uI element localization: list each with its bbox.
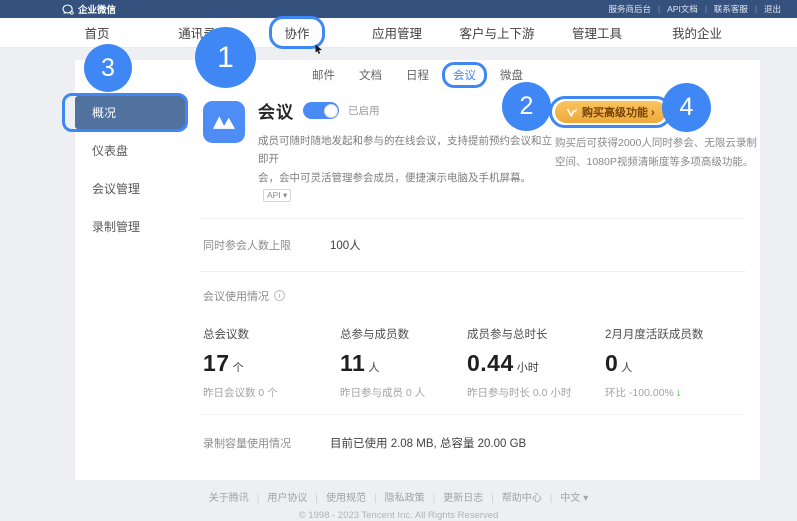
sidebar-item-meeting-management[interactable]: 会议管理 [75, 172, 187, 205]
usage-section-title: 会议使用情况 [203, 288, 269, 304]
api-dropdown-badge[interactable]: API ▾ [263, 189, 291, 202]
nav-item-home[interactable]: 首页 [47, 23, 147, 42]
wework-logo-text: 企业微信 [78, 2, 116, 16]
cursor-mark [315, 41, 323, 59]
subtab-meeting[interactable]: 会议 [453, 67, 476, 83]
subtab-drive[interactable]: 微盘 [500, 67, 523, 83]
trend-down-arrow-icon: ↓ [676, 387, 681, 399]
nav-item-admin-tools[interactable]: 管理工具 [547, 23, 647, 42]
footer-language-selector[interactable]: 中文 ▾ [542, 489, 588, 504]
topbar-link-logout[interactable]: 退出 [748, 3, 781, 15]
subtab-calendar[interactable]: 日程 [406, 67, 429, 83]
page-footer: 关于腾讯 用户协议 使用规范 隐私政策 更新日志 帮助中心 中文 ▾ © 199… [0, 488, 797, 521]
sidebar-item-overview[interactable]: 概况 [75, 96, 187, 129]
nav-item-app-management[interactable]: 应用管理 [347, 23, 447, 42]
stat-total-duration: 成员参与总时长 0.44小时 昨日参与时长 0.0 小时 [467, 326, 605, 400]
usage-stats-row: 总会议数 17个 昨日会议数 0 个 总参与成员数 11人 昨日参与成员 0 人… [203, 326, 745, 400]
participant-limit-label: 同时参会人数上限 [203, 237, 330, 253]
meeting-title: 会议 [258, 98, 294, 123]
footer-link-changelog[interactable]: 更新日志 [425, 489, 484, 504]
premium-v-icon [566, 107, 578, 118]
buy-premium-button[interactable]: 购买高级功能 › [555, 101, 666, 123]
toggle-knob [324, 104, 338, 118]
sidebar-item-dashboard[interactable]: 仪表盘 [75, 134, 187, 167]
topbar-links: 服务商后台 API文档 联系客服 退出 [609, 3, 781, 15]
info-icon[interactable]: i [274, 290, 285, 301]
topbar-link-api-docs[interactable]: API文档 [651, 3, 698, 15]
footer-link-usage-rules[interactable]: 使用规范 [307, 489, 366, 504]
recording-capacity-label: 录制容量使用情况 [203, 435, 330, 451]
nav-item-collaboration[interactable]: 协作 [247, 23, 347, 42]
subtab-docs[interactable]: 文档 [359, 67, 382, 83]
footer-link-help-center[interactable]: 帮助中心 [483, 489, 542, 504]
premium-purchase-panel: 购买高级功能 › 购买后可获得2000人同时参会、无限云录制 空间、1080P视… [555, 101, 745, 172]
nav-item-customers[interactable]: 客户与上下游 [447, 23, 547, 42]
step-circle-2: 2 [502, 82, 551, 131]
stat-monthly-active: 2月月度活跃成员数 0人 环比 -100.00%↓ [605, 326, 703, 400]
participant-limit-value: 100人 [330, 237, 361, 253]
wework-admin-page: 企业微信 服务商后台 API文档 联系客服 退出 首页 通讯录 协作 应用管理 … [0, 0, 797, 521]
recording-capacity-row: 录制容量使用情况 目前已使用 2.08 MB, 总容量 20.00 GB [200, 415, 745, 451]
buy-premium-label: 购买高级功能 › [582, 104, 655, 120]
nav-item-my-company[interactable]: 我的企业 [647, 23, 747, 42]
main-card: 邮件 文档 日程 会议 微盘 概况 仪表盘 会议管理 录制管理 [75, 60, 760, 480]
footer-link-about-tencent[interactable]: 关于腾讯 [209, 489, 249, 504]
copyright-text: © 1998 - 2023 Tencent Inc. All Rights Re… [0, 510, 797, 521]
recording-capacity-value: 目前已使用 2.08 MB, 总容量 20.00 GB [330, 435, 526, 451]
participant-limit-row: 同时参会人数上限 100人 [200, 219, 745, 271]
meeting-description: 成员可随时随地发起和参与的在线会议，支持提前预约会议和立即开 会，会中可灵活管理… [258, 132, 555, 206]
overview-content: 会议 已启用 成员可随时随地发起和参与的在线会议，支持提前预约会议和立即开 会，… [200, 98, 745, 451]
topbar-link-contact-support[interactable]: 联系客服 [698, 3, 748, 15]
subtab-mail[interactable]: 邮件 [312, 67, 335, 83]
stat-total-meetings: 总会议数 17个 昨日会议数 0 个 [203, 326, 340, 400]
collaboration-annotation-box: 协作 [284, 23, 309, 42]
footer-link-user-agreement[interactable]: 用户协议 [249, 489, 308, 504]
meeting-app-icon [203, 101, 245, 143]
meeting-enabled-toggle[interactable] [303, 102, 339, 119]
step-circle-3: 3 [84, 44, 132, 92]
topbar: 企业微信 服务商后台 API文档 联系客服 退出 [0, 0, 797, 18]
sidebar-item-recording-management[interactable]: 录制管理 [75, 210, 187, 243]
premium-benefits-text: 购买后可获得2000人同时参会、无限云录制 空间、1080P视频清晰度等多项高级… [555, 134, 745, 172]
wework-logo[interactable]: 企业微信 [62, 2, 116, 16]
footer-link-privacy-policy[interactable]: 隐私政策 [366, 489, 425, 504]
stat-total-participants: 总参与成员数 11人 昨日参与成员 0 人 [340, 326, 467, 400]
main-nav: 首页 通讯录 协作 应用管理 客户与上下游 管理工具 我的企业 [0, 18, 797, 48]
footer-links: 关于腾讯 用户协议 使用规范 隐私政策 更新日志 帮助中心 中文 ▾ [209, 489, 588, 504]
collaboration-subtabs: 邮件 文档 日程 会议 微盘 [75, 60, 760, 90]
step-circle-4: 4 [662, 83, 711, 132]
meeting-sidebar: 概况 仪表盘 会议管理 录制管理 [75, 96, 188, 248]
step-circle-1: 1 [195, 27, 256, 88]
topbar-link-provider-console[interactable]: 服务商后台 [609, 3, 652, 15]
toggle-state-label: 已启用 [348, 103, 380, 118]
wework-chat-bubble-icon [62, 4, 74, 15]
meeting-usage-section: 会议使用情况 i 总会议数 17个 昨日会议数 0 个 总参与成员数 11人 昨… [200, 272, 745, 414]
